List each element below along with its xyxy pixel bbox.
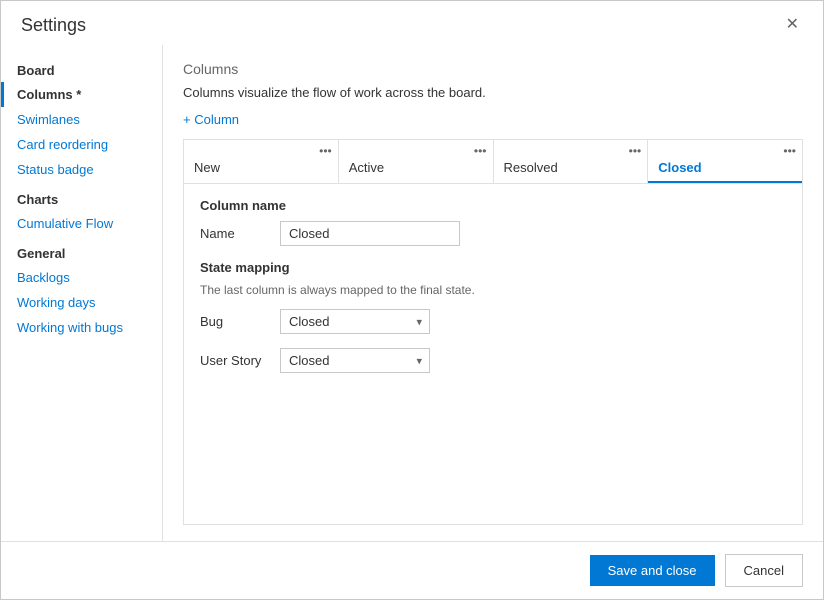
dialog-title: Settings — [21, 15, 86, 36]
tab-resolved[interactable]: ••• Resolved — [494, 140, 649, 183]
column-name-heading: Column name — [200, 198, 786, 213]
sidebar-item-cumulative-flow[interactable]: Cumulative Flow — [1, 211, 162, 236]
sidebar-item-swimlanes[interactable]: Swimlanes — [1, 107, 162, 132]
sidebar-item-card-reordering[interactable]: Card reordering — [1, 132, 162, 157]
state-mapping-desc: The last column is always mapped to the … — [200, 283, 786, 297]
sidebar-item-status-badge[interactable]: Status badge — [1, 157, 162, 182]
name-row: Name — [200, 221, 786, 246]
name-label: Name — [200, 226, 270, 241]
columns-description: Columns visualize the flow of work acros… — [183, 85, 803, 100]
user-story-select-wrapper: Closed Active Resolved New ▾ — [280, 348, 430, 373]
tab-active[interactable]: ••• Active — [339, 140, 494, 183]
columns-area: ••• New ••• Active ••• Resolved ••• Clos… — [183, 139, 803, 525]
sidebar-section-board: Board — [1, 53, 162, 82]
tab-new[interactable]: ••• New — [184, 140, 339, 183]
tab-closed[interactable]: ••• Closed — [648, 140, 802, 183]
add-column-button[interactable]: + Column — [183, 112, 803, 127]
tab-resolved-menu-icon[interactable]: ••• — [629, 144, 642, 158]
sidebar-item-columns[interactable]: Columns * — [1, 82, 162, 107]
sidebar: Board Columns * Swimlanes Card reorderin… — [1, 45, 163, 541]
dialog-footer: Save and close Cancel — [1, 541, 823, 599]
bug-label: Bug — [200, 314, 270, 329]
user-story-select[interactable]: Closed Active Resolved New — [280, 348, 430, 373]
user-story-row: User Story Closed Active Resolved New ▾ — [200, 348, 786, 373]
user-story-label: User Story — [200, 353, 270, 368]
state-mapping-heading: State mapping — [200, 260, 786, 275]
main-title: Columns — [183, 61, 803, 77]
main-content: Columns Columns visualize the flow of wo… — [163, 45, 823, 541]
sidebar-section-general: General — [1, 236, 162, 265]
sidebar-item-working-with-bugs[interactable]: Working with bugs — [1, 315, 162, 340]
sidebar-item-working-days[interactable]: Working days — [1, 290, 162, 315]
save-close-button[interactable]: Save and close — [590, 555, 715, 586]
dialog-header: Settings ✕ — [1, 1, 823, 45]
state-mapping-section: State mapping The last column is always … — [200, 260, 786, 373]
name-input[interactable] — [280, 221, 460, 246]
tab-closed-menu-icon[interactable]: ••• — [783, 144, 796, 158]
bug-row: Bug Closed Active Resolved New ▾ — [200, 309, 786, 334]
tab-new-menu-icon[interactable]: ••• — [319, 144, 332, 158]
bug-select[interactable]: Closed Active Resolved New — [280, 309, 430, 334]
panel-scroll-container: Column name Name State mapping The last … — [184, 184, 802, 524]
sidebar-item-backlogs[interactable]: Backlogs — [1, 265, 162, 290]
tab-active-menu-icon[interactable]: ••• — [474, 144, 487, 158]
dialog-body: Board Columns * Swimlanes Card reorderin… — [1, 45, 823, 541]
close-button[interactable]: ✕ — [778, 13, 807, 37]
cancel-button[interactable]: Cancel — [725, 554, 803, 587]
columns-tabs: ••• New ••• Active ••• Resolved ••• Clos… — [184, 140, 802, 184]
bug-select-wrapper: Closed Active Resolved New ▾ — [280, 309, 430, 334]
sidebar-section-charts: Charts — [1, 182, 162, 211]
column-panel: Column name Name State mapping The last … — [184, 184, 802, 524]
settings-dialog: Settings ✕ Board Columns * Swimlanes Car… — [0, 0, 824, 600]
